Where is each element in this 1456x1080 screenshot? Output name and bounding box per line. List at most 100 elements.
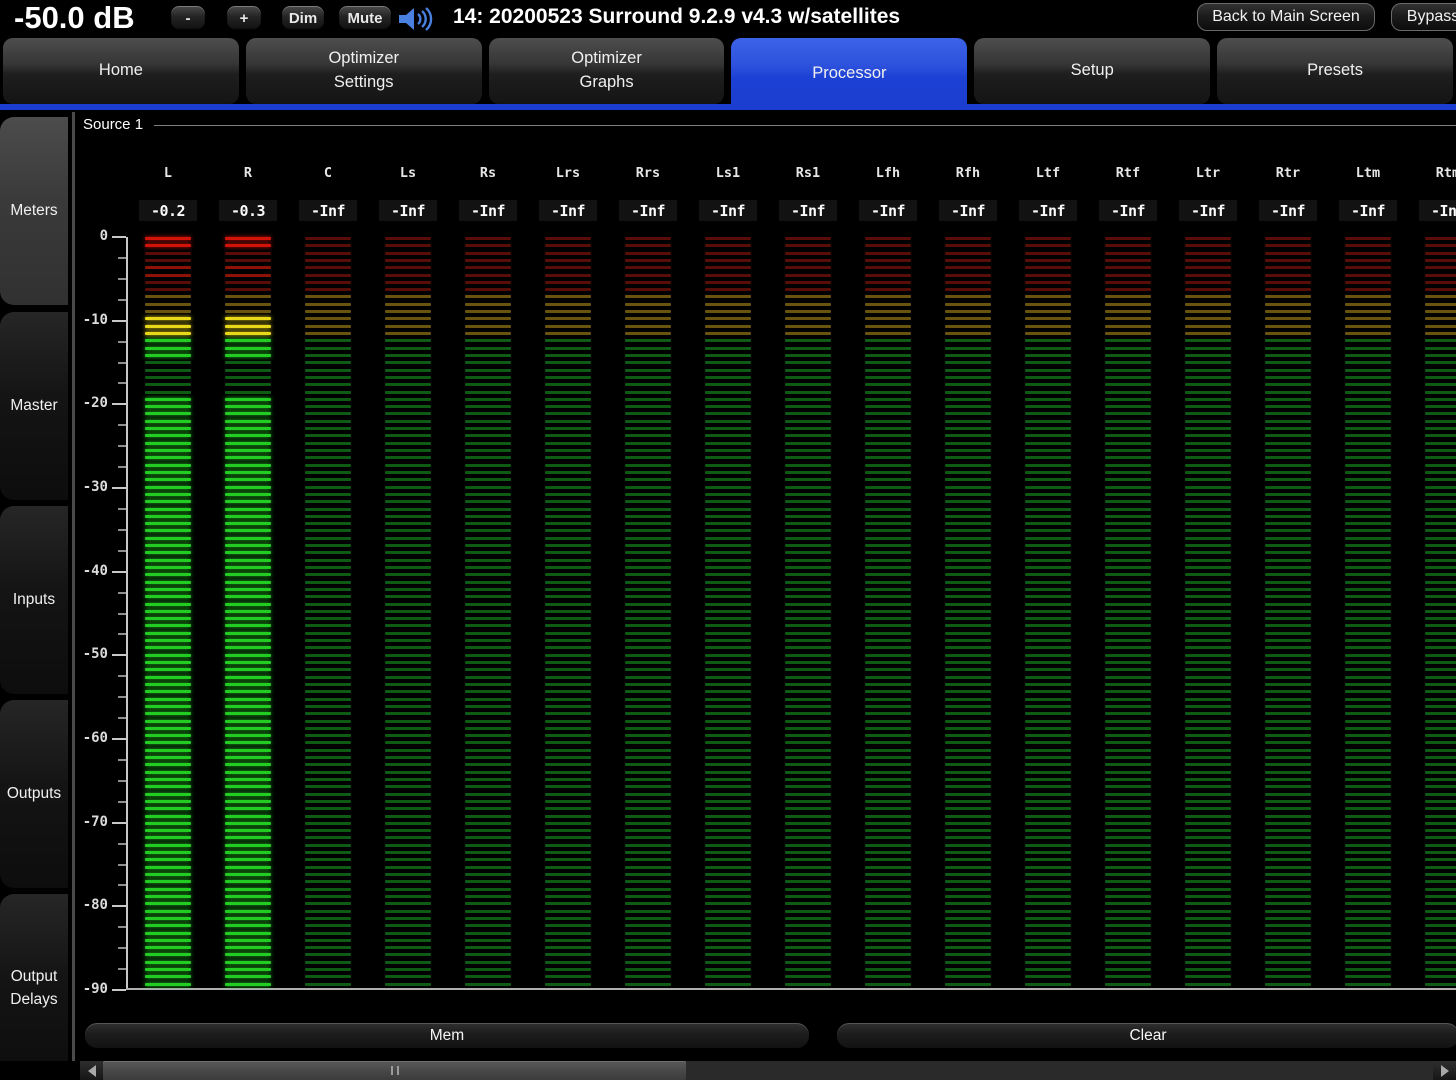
channel-label-rtf: Rtf — [1099, 165, 1157, 181]
channel-label-rtr: Rtr — [1259, 165, 1317, 181]
scrollbar-thumb[interactable] — [103, 1061, 686, 1080]
scale-minor-tick — [118, 299, 126, 301]
mem-button[interactable]: Mem — [84, 1022, 810, 1049]
scale-minor-tick — [118, 257, 126, 259]
scroll-right-arrow-button[interactable] — [1433, 1061, 1456, 1080]
channel-peak-value-rs1: -Inf — [779, 200, 837, 221]
channel-peak-value-ls: -Inf — [379, 200, 437, 221]
channel-meter-ltf — [1025, 237, 1071, 990]
sidebar-item-outputs[interactable]: Outputs — [0, 700, 68, 888]
scale-minor-tick — [118, 508, 126, 510]
channel-label-lrs: Lrs — [539, 165, 597, 181]
channel-peak-value-l: -0.2 — [139, 200, 197, 221]
sidebar-item-meters[interactable]: Meters — [0, 117, 68, 305]
channel-peak-value-ltf: -Inf — [1019, 200, 1077, 221]
channel-peak-value-ltm: -Inf — [1339, 200, 1397, 221]
left-triangle-icon — [88, 1065, 96, 1077]
channel-peak-value-rtr: -Inf — [1259, 200, 1317, 221]
scale-minor-tick — [118, 633, 126, 635]
back-to-main-screen-button[interactable]: Back to Main Screen — [1197, 3, 1375, 31]
scale-minor-tick — [118, 592, 126, 594]
scale-major-tick — [112, 654, 126, 656]
volume-minus-button[interactable]: - — [170, 5, 206, 31]
scale-minor-tick — [118, 550, 126, 552]
channel-meter-rtm — [1425, 237, 1456, 990]
channel-meter-rs — [465, 237, 511, 990]
scale-minor-tick — [118, 445, 126, 447]
scale-minor-tick — [118, 968, 126, 970]
scale-major-tick — [112, 738, 126, 740]
channel-peak-value-rfh: -Inf — [939, 200, 997, 221]
channel-label-rs1: Rs1 — [779, 165, 837, 181]
channel-meter-ltr — [1185, 237, 1231, 990]
scale-minor-tick — [118, 696, 126, 698]
scale-major-tick — [112, 989, 126, 991]
channel-label-ls: Ls — [379, 165, 437, 181]
scale-major-tick — [112, 320, 126, 322]
scale-minor-tick — [118, 424, 126, 426]
dim-button[interactable]: Dim — [281, 5, 325, 31]
channel-peak-value-ltr: -Inf — [1179, 200, 1237, 221]
channel-peak-value-r: -0.3 — [219, 200, 277, 221]
right-triangle-icon — [1441, 1065, 1449, 1077]
scale-minor-tick — [118, 466, 126, 468]
source-group-label: Source 1 — [83, 116, 143, 133]
scale-major-tick — [112, 403, 126, 405]
panel-left-border — [72, 112, 75, 1080]
tab-processor[interactable]: Processor — [731, 38, 967, 110]
scale-minor-tick — [118, 341, 126, 343]
tab-home[interactable]: Home — [3, 38, 239, 104]
scale-major-tick — [112, 571, 126, 573]
channel-meter-lfh — [865, 237, 911, 990]
channel-label-rrs: Rrs — [619, 165, 677, 181]
scale-major-tick — [112, 236, 126, 238]
channel-meter-rs1 — [785, 237, 831, 990]
processor-meters-screen: -50.0 dB - + Dim Mute 14: 20200523 Surro… — [0, 0, 1456, 1080]
top-bar: -50.0 dB - + Dim Mute 14: 20200523 Surro… — [0, 0, 1456, 38]
thumb-grip-icon — [391, 1066, 393, 1075]
sidebar-item-output-delays[interactable]: Output Delays — [0, 894, 68, 1080]
channel-meter-rtf — [1105, 237, 1151, 990]
scale-minor-tick — [118, 759, 126, 761]
channel-label-ltf: Ltf — [1019, 165, 1077, 181]
scale-minor-tick — [118, 843, 126, 845]
channel-label-r: R — [219, 165, 277, 181]
channel-label-c: C — [299, 165, 357, 181]
scale-minor-tick — [118, 947, 126, 949]
sidebar-item-inputs[interactable]: Inputs — [0, 506, 68, 694]
scale-minor-tick — [118, 529, 126, 531]
master-volume-display[interactable]: -50.0 dB — [14, 0, 135, 36]
tab-optimizer-graphs[interactable]: Optimizer Graphs — [489, 38, 725, 104]
scale-minor-tick — [118, 675, 126, 677]
scale-minor-tick — [118, 382, 126, 384]
scale-minor-tick — [118, 717, 126, 719]
db-scale: 0-10-20-30-40-50-60-70-80-90 — [0, 0, 1456, 1080]
sidebar-item-master[interactable]: Master — [0, 312, 68, 500]
channel-peak-value-lrs: -Inf — [539, 200, 597, 221]
channel-meter-ls — [385, 237, 431, 990]
scale-minor-tick — [118, 362, 126, 364]
scale-major-tick — [112, 487, 126, 489]
channel-meter-c — [305, 237, 351, 990]
tab-setup[interactable]: Setup — [974, 38, 1210, 104]
channel-meter-rtr — [1265, 237, 1311, 990]
channel-meter-l — [145, 237, 191, 990]
channel-label-ltm: Ltm — [1339, 165, 1397, 181]
channel-peak-value-rrs: -Inf — [619, 200, 677, 221]
channel-label-ls1: Ls1 — [699, 165, 757, 181]
channel-meters: L-0.2R-0.3C-InfLs-InfRs-InfLrs-InfRrs-In… — [0, 0, 1456, 1080]
source-group-border — [154, 125, 1456, 126]
tab-optimizer-settings[interactable]: Optimizer Settings — [246, 38, 482, 104]
horizontal-scrollbar — [0, 1061, 1456, 1080]
tab-presets[interactable]: Presets — [1217, 38, 1453, 104]
bypass-button[interactable]: Bypass — [1391, 3, 1456, 31]
mute-button[interactable]: Mute — [338, 5, 392, 31]
scale-minor-tick — [118, 926, 126, 928]
channel-label-ltr: Ltr — [1179, 165, 1237, 181]
scale-axis-line — [126, 237, 128, 990]
volume-plus-button[interactable]: + — [226, 5, 262, 31]
scale-minor-tick — [118, 278, 126, 280]
scroll-left-arrow-button[interactable] — [80, 1061, 103, 1080]
channel-peak-value-c: -Inf — [299, 200, 357, 221]
clear-button[interactable]: Clear — [836, 1022, 1456, 1049]
